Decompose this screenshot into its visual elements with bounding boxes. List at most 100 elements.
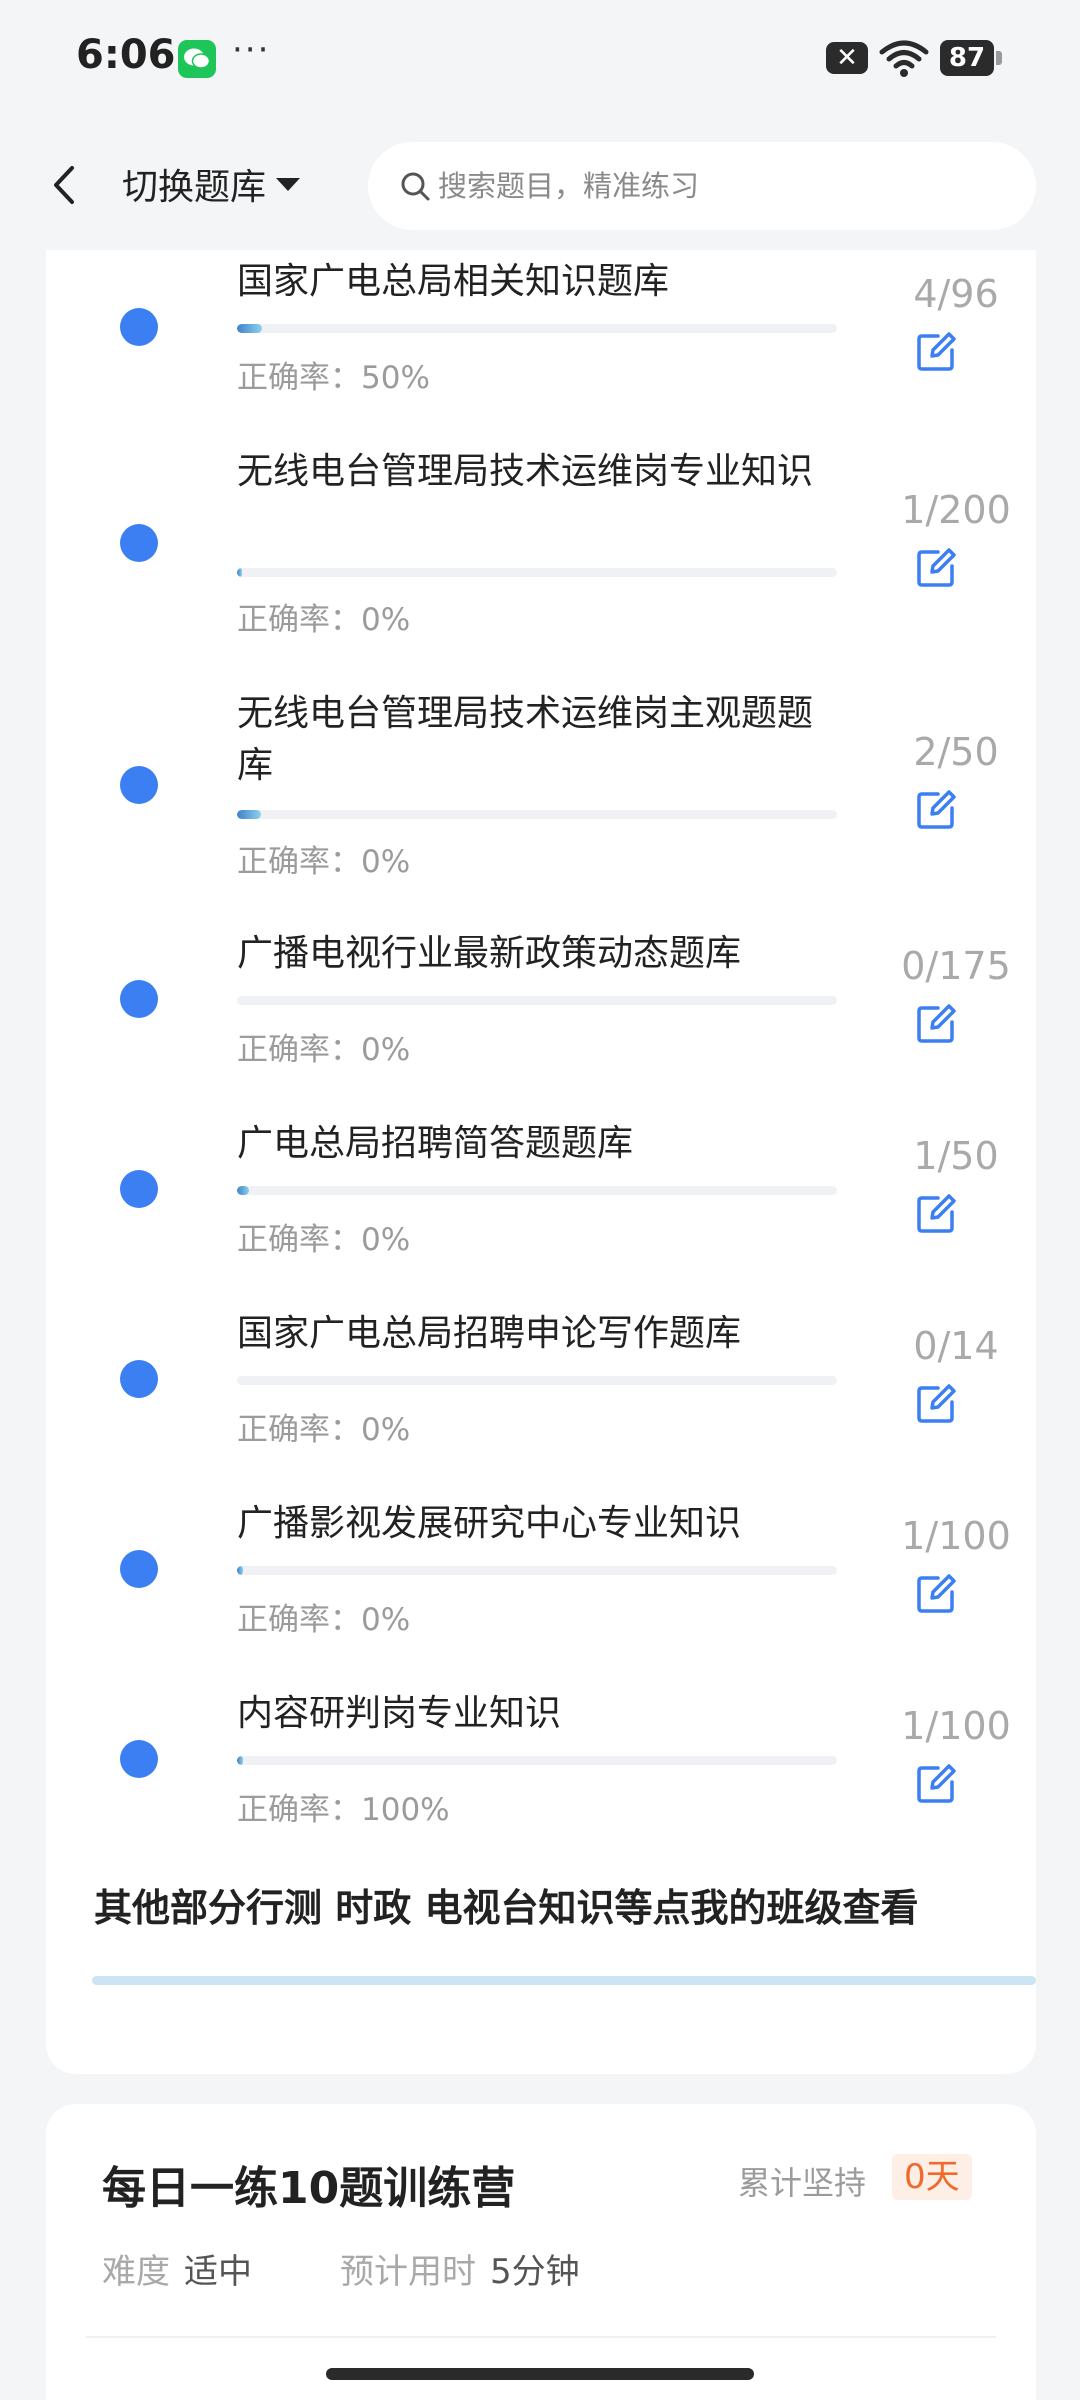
question-bank-title: 广播影视发展研究中心专业知识 [237, 1503, 742, 1544]
accuracy-text: 正确率：0% [237, 1214, 410, 1259]
estimated-time-value: 5分钟 [490, 2252, 580, 2292]
back-arrow-icon[interactable] [44, 160, 84, 210]
edit-icon[interactable] [914, 1382, 958, 1426]
link-underline [92, 1976, 1036, 1985]
bullet-dot [120, 308, 158, 346]
estimated-time-info: 预计用时 5分钟 [340, 2244, 580, 2293]
progress-bar [237, 810, 837, 819]
difficulty-info: 难度 适中 [102, 2244, 252, 2293]
accuracy-label: 正确率： [237, 360, 361, 396]
progress-bar [237, 1756, 837, 1765]
accuracy-value: 0% [361, 1602, 411, 1638]
wechat-icon [178, 40, 216, 78]
search-input[interactable] [438, 169, 998, 203]
accuracy-text: 正确率：0% [237, 1594, 410, 1639]
question-bank-title: 广电总局招聘简答题题库 [237, 1123, 634, 1164]
switch-question-bank-label: 切换题库 [122, 167, 267, 208]
progress-count: 2/50 [913, 730, 999, 774]
edit-icon[interactable] [914, 1572, 958, 1616]
difficulty-label: 难度 [102, 2252, 170, 2292]
progress-bar [237, 1566, 837, 1575]
accuracy-text: 正确率：0% [237, 1024, 410, 1069]
question-bank-title: 内容研判岗专业知识 [237, 1693, 562, 1734]
progress-count: 1/100 [901, 1704, 1011, 1748]
progress-fill [237, 568, 242, 577]
training-camp-title: 每日一练10题训练营 [102, 2163, 516, 2214]
status-time: 6:06 [76, 32, 176, 78]
accuracy-value: 50% [361, 360, 430, 396]
progress-fill [237, 1566, 243, 1575]
search-box[interactable] [368, 142, 1036, 230]
estimated-time-label: 预计用时 [340, 2252, 476, 2292]
more-notifications-icon: ··· [232, 30, 271, 70]
edit-icon[interactable] [914, 788, 958, 832]
top-nav: 切换题库 [0, 120, 1080, 250]
edit-icon[interactable] [914, 1002, 958, 1046]
battery-level: 87 [940, 40, 994, 76]
difficulty-value: 适中 [184, 2252, 252, 2292]
no-signal-icon: ✕ [826, 42, 868, 74]
accuracy-value: 0% [361, 844, 411, 880]
caret-down-icon [276, 177, 301, 191]
status-bar: 6:06 ··· ✕ 87 [0, 0, 1080, 120]
progress-bar [237, 996, 837, 1005]
edit-icon[interactable] [914, 546, 958, 590]
daily-practice-card[interactable]: 每日一练10题训练营 累计坚持 0天 难度 适中 预计用时 5分钟 [46, 2104, 1036, 2400]
accuracy-value: 0% [361, 1032, 411, 1068]
bullet-dot [120, 1740, 158, 1778]
streak-badge: 0天 [892, 2154, 972, 2200]
question-bank-title: 国家广电总局相关知识题库 [237, 261, 670, 302]
my-class-link[interactable]: 其他部分行测 时政 电视台知识等点我的班级查看 [94, 1880, 1054, 1936]
switch-question-bank-dropdown[interactable]: 切换题库 [122, 156, 301, 212]
accuracy-label: 正确率： [237, 1792, 361, 1828]
divider [86, 2336, 996, 2338]
progress-bar [237, 324, 837, 333]
question-bank-title: 国家广电总局招聘申论写作题库 [237, 1313, 742, 1354]
accuracy-label: 正确率： [237, 1602, 361, 1638]
edit-icon[interactable] [914, 1192, 958, 1236]
accuracy-text: 正确率：50% [237, 352, 430, 397]
wifi-icon [879, 40, 929, 77]
progress-count: 4/96 [913, 272, 999, 316]
progress-fill [237, 1186, 249, 1195]
accuracy-label: 正确率： [237, 1412, 361, 1448]
accuracy-text: 正确率：0% [237, 594, 410, 639]
progress-count: 1/200 [901, 488, 1011, 532]
progress-fill [237, 810, 261, 819]
progress-bar [237, 568, 837, 577]
progress-count: 1/50 [913, 1134, 999, 1178]
accuracy-label: 正确率： [237, 1222, 361, 1258]
bullet-dot [120, 1360, 158, 1398]
question-bank-title: 无线电台管理局技术运维岗主观题题库 [237, 693, 814, 786]
bullet-dot [120, 766, 158, 804]
accuracy-text: 正确率：0% [237, 1404, 410, 1449]
accuracy-value: 0% [361, 602, 411, 638]
edit-icon[interactable] [914, 1762, 958, 1806]
accuracy-label: 正确率： [237, 844, 361, 880]
bullet-dot [120, 980, 158, 1018]
question-bank-list-card: 国家广电总局相关知识题库 正确率：50% 4/96 无线电台管理局技术运维岗专业… [46, 250, 1036, 2074]
progress-count: 0/14 [913, 1324, 999, 1368]
streak-label: 累计坚持 [738, 2164, 867, 2202]
question-bank-title: 无线电台管理局技术运维岗专业知识 [237, 451, 814, 492]
bullet-dot [120, 524, 158, 562]
progress-count: 0/175 [901, 944, 1011, 988]
accuracy-value: 0% [361, 1412, 411, 1448]
progress-fill [237, 324, 263, 333]
accuracy-label: 正确率： [237, 1032, 361, 1068]
progress-count: 1/100 [901, 1514, 1011, 1558]
accuracy-text: 正确率：100% [237, 1784, 450, 1829]
bullet-dot [120, 1170, 158, 1208]
bullet-dot [120, 1550, 158, 1588]
search-icon [401, 172, 430, 201]
accuracy-value: 100% [361, 1792, 450, 1828]
progress-bar [237, 1186, 837, 1195]
progress-fill [237, 1756, 243, 1765]
progress-bar [237, 1376, 837, 1385]
edit-icon[interactable] [914, 330, 958, 374]
accuracy-label: 正确率： [237, 602, 361, 638]
home-indicator[interactable] [326, 2368, 754, 2380]
battery-tip [996, 51, 1002, 65]
question-bank-title: 广播电视行业最新政策动态题库 [237, 933, 742, 974]
accuracy-text: 正确率：0% [237, 836, 410, 881]
